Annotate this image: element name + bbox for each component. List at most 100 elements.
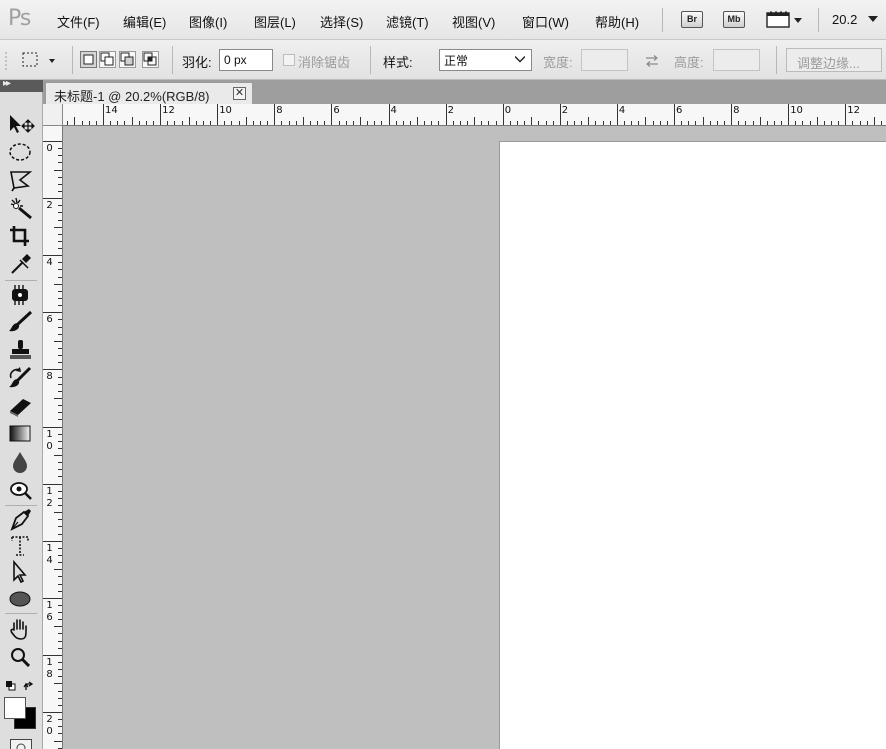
ruler-label: 8 <box>276 105 283 116</box>
ruler-minor-tick <box>431 121 433 125</box>
anti-alias-checkbox[interactable] <box>283 54 295 66</box>
ruler-minor-tick <box>552 121 554 125</box>
move-tool[interactable] <box>6 112 36 136</box>
magic-wand-tool[interactable] <box>6 196 36 220</box>
new-selection-button[interactable] <box>80 51 97 68</box>
foreground-color-swatch[interactable] <box>4 697 26 719</box>
ruler-label: 12 <box>162 105 175 116</box>
menu-image[interactable]: 图像(I) <box>189 12 227 31</box>
subtract-from-selection-button[interactable] <box>119 51 136 68</box>
collapse-icon: ▸▸ <box>3 78 11 89</box>
brush-tool[interactable] <box>6 310 36 334</box>
menu-file[interactable]: 文件(F) <box>57 12 100 31</box>
ruler-minor-tick <box>58 390 62 392</box>
document-tab[interactable]: 未标题-1 @ 20.2%(RGB/8) ✕ <box>45 82 253 104</box>
menu-layer[interactable]: 图层(L) <box>254 12 296 31</box>
ruler-label: 14 <box>46 542 53 566</box>
height-input[interactable] <box>713 49 760 71</box>
document-canvas[interactable] <box>500 142 886 749</box>
crop-icon <box>10 226 29 246</box>
gradient-tool[interactable] <box>6 422 36 446</box>
tools-divider <box>5 613 37 614</box>
rectangular-marquee-icon <box>22 52 55 67</box>
menu-help[interactable]: 帮助(H) <box>595 12 639 31</box>
ruler-minor-tick <box>58 633 62 635</box>
options-divider <box>370 46 371 74</box>
spot-healing-brush-icon <box>12 285 28 305</box>
intersect-selection-button[interactable] <box>142 51 159 68</box>
vertical-type-mask-icon <box>11 536 29 556</box>
zoom-tool[interactable] <box>6 645 36 669</box>
zoom-level[interactable]: 20.2 <box>832 12 857 27</box>
ruler-label: 2 <box>561 105 569 116</box>
bridge-button[interactable]: Br <box>681 11 703 28</box>
swap-dimensions-icon[interactable] <box>645 55 659 67</box>
ruler-major-tick <box>845 104 847 125</box>
ruler-minor-tick <box>58 583 62 585</box>
quick-mask-button[interactable] <box>10 739 32 749</box>
dodge-tool[interactable] <box>6 478 36 502</box>
menu-view[interactable]: 视图(V) <box>452 12 495 31</box>
history-brush-tool[interactable] <box>6 366 36 390</box>
zoom-icon <box>11 648 31 668</box>
ruler-minor-tick <box>58 333 62 335</box>
close-tab-button[interactable]: ✕ <box>233 87 246 100</box>
polygonal-lasso-icon <box>10 171 33 192</box>
menu-select[interactable]: 选择(S) <box>320 12 363 31</box>
ruler-minor-tick <box>631 121 633 125</box>
mini-bridge-button[interactable]: Mb <box>723 11 745 28</box>
hand-tool[interactable] <box>6 617 36 641</box>
ruler-minor-tick <box>58 690 62 692</box>
tools-panel-header[interactable]: ▸▸ <box>0 78 43 92</box>
ruler-minor-tick <box>609 121 611 125</box>
type-tool[interactable] <box>6 534 36 558</box>
ruler-minor-tick <box>58 269 62 271</box>
ruler-minor-tick <box>58 619 62 621</box>
ruler-label: 4 <box>46 257 53 269</box>
ruler-minor-tick <box>231 121 233 125</box>
width-input[interactable] <box>581 49 628 71</box>
add-to-selection-button[interactable] <box>99 51 116 68</box>
path-selection-tool[interactable] <box>6 560 36 584</box>
menu-window[interactable]: 窗口(W) <box>522 12 569 31</box>
feather-label: 羽化: <box>182 55 212 70</box>
ruler-minor-tick <box>58 669 62 671</box>
ruler-minor-tick <box>58 440 62 442</box>
screen-mode-button[interactable] <box>766 11 804 29</box>
blur-tool[interactable] <box>6 450 36 474</box>
refine-edge-button[interactable]: 调整边缘... <box>786 48 882 72</box>
ruler-minor-tick <box>302 117 304 125</box>
ruler-minor-tick <box>816 117 818 125</box>
menu-filter[interactable]: 滤镜(T) <box>386 12 429 31</box>
style-select[interactable]: 正常 <box>439 49 532 71</box>
feather-input[interactable] <box>219 49 273 71</box>
pen-tool[interactable] <box>6 508 36 532</box>
ruler-minor-tick <box>702 117 704 125</box>
ruler-minor-tick <box>58 190 62 192</box>
ruler-minor-tick <box>58 183 62 185</box>
lasso-tool[interactable] <box>6 168 36 192</box>
tool-preset-picker[interactable] <box>20 50 64 70</box>
eyedropper-tool[interactable] <box>6 252 36 276</box>
ruler-minor-tick <box>167 121 169 125</box>
eraser-tool[interactable] <box>6 394 36 418</box>
ruler-major-tick <box>43 483 62 485</box>
vertical-ruler[interactable]: 0 2 4 6 8 10 12 14 16 18 20 <box>43 126 63 749</box>
menu-edit[interactable]: 编辑(E) <box>123 12 166 31</box>
shape-tool[interactable] <box>6 587 36 611</box>
marquee-tool[interactable] <box>6 140 36 164</box>
options-divider <box>776 46 777 74</box>
clone-stamp-tool[interactable] <box>6 338 36 362</box>
spot-healing-tool[interactable] <box>6 283 36 307</box>
ruler-label: 12 <box>847 105 861 116</box>
ruler-minor-tick <box>58 576 62 578</box>
pasteboard[interactable] <box>64 127 886 749</box>
horizontal-ruler[interactable]: 14 12 10 8 6 4 2 0 2 4 6 8 10 12 <box>63 104 886 126</box>
ruler-minor-tick <box>374 121 376 125</box>
ruler-origin[interactable] <box>43 104 63 126</box>
ruler-minor-tick <box>723 121 725 125</box>
crop-tool[interactable] <box>6 224 36 248</box>
ruler-minor-tick <box>402 121 404 125</box>
zoom-dropdown-icon[interactable] <box>868 16 878 23</box>
ruler-minor-tick <box>58 276 62 278</box>
